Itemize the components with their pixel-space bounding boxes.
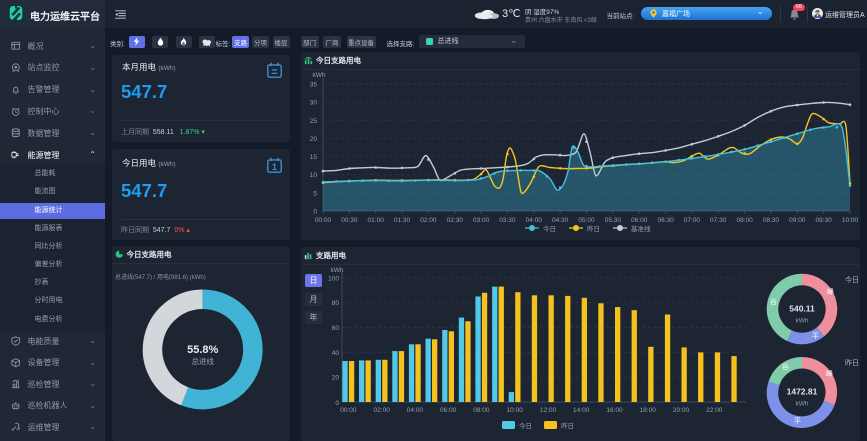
svg-text:01:30: 01:30 [394,217,411,224]
svg-text:08:00: 08:00 [736,217,753,224]
svg-text:10:00: 10:00 [842,217,859,224]
svg-text:0: 0 [335,400,339,407]
svg-text:20:00: 20:00 [673,407,690,414]
svg-text:05:30: 05:30 [605,217,622,224]
svg-text:60: 60 [332,325,340,332]
svg-text:5: 5 [313,190,317,197]
svg-text:00:00: 00:00 [340,407,357,414]
svg-text:25: 25 [310,118,318,125]
svg-text:06:00: 06:00 [631,217,648,224]
svg-text:80: 80 [332,300,340,307]
svg-text:kWh: kWh [796,318,809,325]
svg-text:kWh: kWh [796,401,809,408]
svg-text:22:00: 22:00 [706,407,723,414]
svg-text:02:30: 02:30 [447,217,464,224]
svg-text:07:00: 07:00 [684,217,701,224]
svg-text:今日: 今日 [519,421,532,430]
svg-text:平: 平 [794,417,801,425]
svg-text:08:30: 08:30 [763,217,780,224]
svg-text:基准线: 基准线 [631,224,651,233]
svg-text:01:00: 01:00 [368,217,385,224]
svg-text:昨日: 昨日 [561,421,574,430]
svg-text:18:00: 18:00 [640,407,657,414]
svg-text:15: 15 [310,154,318,161]
svg-text:谷: 谷 [782,362,789,371]
svg-text:55.8%: 55.8% [187,344,218,356]
svg-text:昨日: 昨日 [587,224,600,233]
svg-text:35: 35 [310,82,318,89]
svg-text:昨日: 昨日 [845,358,859,367]
svg-text:10:00: 10:00 [507,407,524,414]
svg-text:20: 20 [332,375,340,382]
svg-text:总进线: 总进线 [191,356,214,366]
svg-text:04:30: 04:30 [552,217,569,224]
svg-text:今日: 今日 [845,275,859,284]
svg-text:kWh: kWh [313,72,326,79]
svg-text:08:00: 08:00 [473,407,490,414]
svg-text:0: 0 [313,209,317,216]
svg-text:09:30: 09:30 [815,217,832,224]
svg-text:540.11: 540.11 [789,304,815,314]
svg-text:今日: 今日 [543,224,556,233]
svg-text:12:00: 12:00 [540,407,557,414]
svg-text:04:00: 04:00 [407,407,424,414]
svg-text:05:00: 05:00 [578,217,595,224]
svg-text:03:30: 03:30 [499,217,516,224]
svg-text:04:00: 04:00 [526,217,543,224]
svg-text:1472.81: 1472.81 [787,387,818,397]
svg-text:平: 平 [812,332,819,340]
svg-text:1: 1 [272,161,277,171]
svg-text:谷: 谷 [770,297,777,306]
svg-text:02:00: 02:00 [420,217,437,224]
svg-text:100: 100 [328,275,339,282]
svg-text:30: 30 [310,100,318,107]
svg-text:06:00: 06:00 [440,407,457,414]
svg-text:00:30: 00:30 [341,217,358,224]
svg-text:10: 10 [310,172,318,179]
svg-text:峰: 峰 [826,369,833,378]
svg-text:14:00: 14:00 [573,407,590,414]
svg-text:03:00: 03:00 [473,217,490,224]
svg-text:09:00: 09:00 [789,217,806,224]
svg-text:02:00: 02:00 [374,407,391,414]
svg-text:40: 40 [332,350,340,357]
svg-text:07:30: 07:30 [710,217,727,224]
svg-text:20: 20 [310,136,318,143]
svg-text:峰: 峰 [827,287,834,296]
svg-text:06:30: 06:30 [657,217,674,224]
svg-text:00:00: 00:00 [315,217,332,224]
svg-text:16:00: 16:00 [606,407,623,414]
